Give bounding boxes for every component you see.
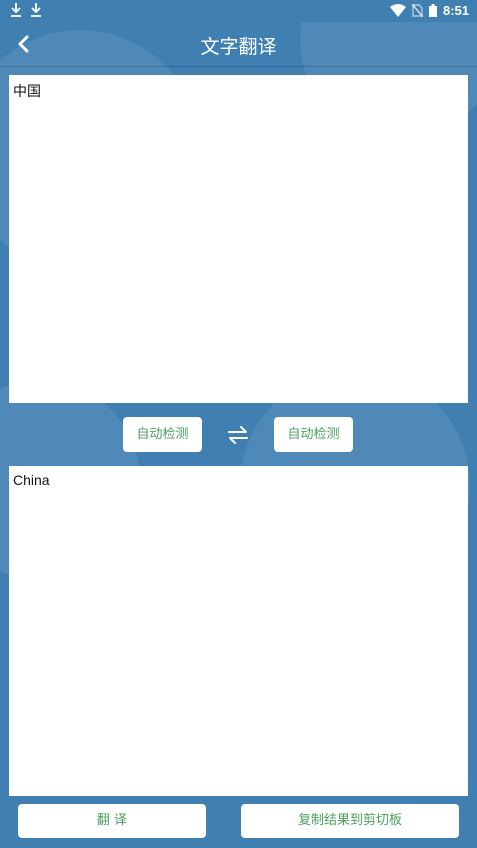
clock: 8:51 xyxy=(442,3,469,18)
source-text-input[interactable]: 中国 xyxy=(9,75,468,403)
system-status: 8:51 xyxy=(389,3,469,18)
page-title: 文字翻译 xyxy=(200,36,277,58)
swap-arrows-icon xyxy=(228,426,248,444)
download-icon xyxy=(11,3,21,17)
copy-to-clipboard-button[interactable]: 复制结果到剪切板 xyxy=(241,804,459,838)
battery-icon xyxy=(428,4,437,17)
swap-languages-button[interactable] xyxy=(226,423,250,447)
translation-result-output[interactable]: China xyxy=(9,466,468,796)
no-sim-icon xyxy=(411,4,423,17)
translation-screen: 8:51 文字翻译 中国 自动检测 自动检测 China 翻 译 复制结果到剪切… xyxy=(0,0,477,848)
source-language-button[interactable]: 自动检测 xyxy=(123,417,202,452)
download-icon xyxy=(31,3,41,17)
notification-icons xyxy=(10,2,42,18)
wifi-icon xyxy=(389,4,406,17)
title-bar: 文字翻译 xyxy=(0,22,477,67)
status-bar: 8:51 xyxy=(0,0,477,22)
target-language-button[interactable]: 自动检测 xyxy=(274,417,353,452)
translate-button[interactable]: 翻 译 xyxy=(18,804,206,838)
